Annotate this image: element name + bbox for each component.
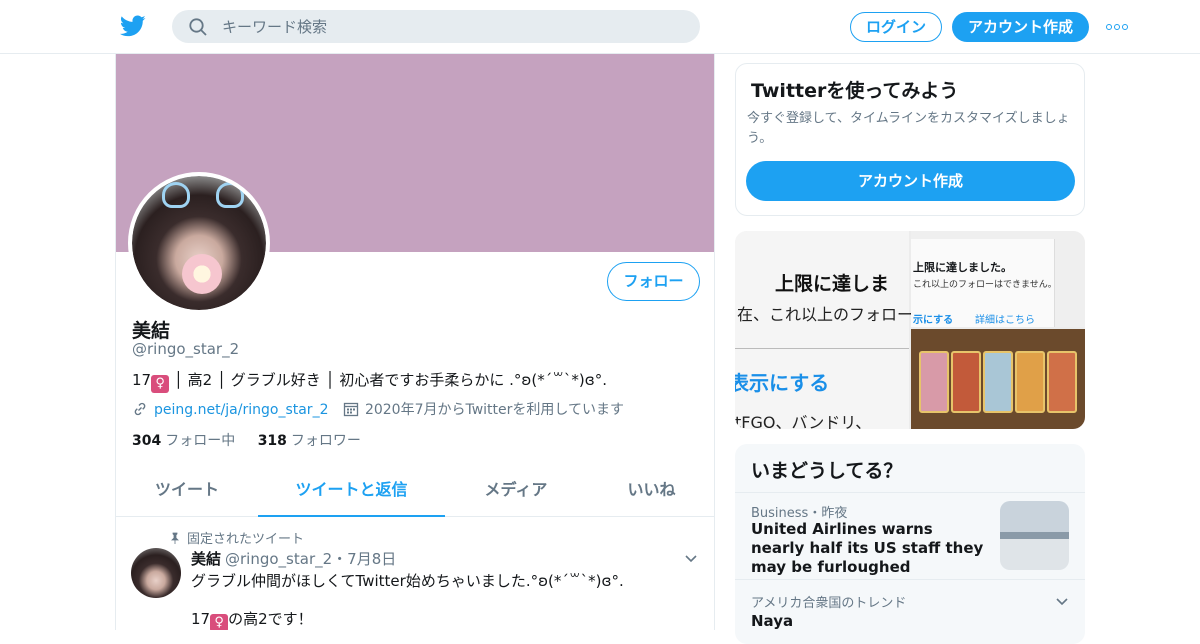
pinned-label: 固定されたツイート	[169, 528, 304, 547]
tweet-author-handle[interactable]: @ringo_star_2	[225, 550, 332, 568]
profile-meta: peing.net/ja/ringo_star_2 2020年7月からTwitt…	[132, 399, 624, 419]
following-count: 304	[132, 433, 162, 449]
cat-ear-icon	[216, 182, 244, 208]
signup-card: Twitterを使ってみよう 今すぐ登録して、タイムラインをカスタマイズしましょ…	[735, 63, 1085, 216]
media-text: 在、これ以上のフォロー	[737, 305, 914, 324]
media-text: 表示にする	[735, 371, 830, 395]
trend-category: アメリカ合衆国のトレンド	[751, 596, 907, 611]
media-thumbnail[interactable]: 上限に達しま 在、これ以上のフォロー 表示にする tFGO、バンドリ、	[735, 231, 913, 429]
trends-card: いまどうしてる？ Business・昨夜 United Airlines war…	[735, 444, 1085, 644]
tweet-avatar[interactable]	[131, 548, 181, 598]
signup-card-title: Twitterを使ってみよう	[751, 80, 959, 102]
trend-category: Business・昨夜	[751, 506, 848, 521]
tab-tweets-and-replies[interactable]: ツイートと返信	[258, 462, 445, 517]
more-dots-icon[interactable]	[1106, 18, 1132, 36]
search-bar	[172, 10, 700, 43]
tweet-author-name[interactable]: 美結	[191, 550, 221, 568]
venus-icon: ♀	[151, 375, 170, 393]
media-thumbnail[interactable]: 上限に達しました。 これ以上のフォローはできません。 示にする 詳細はこちら	[911, 231, 1085, 327]
joined-date: 2020年7月からTwitterを利用しています	[364, 402, 624, 418]
signup-button[interactable]: アカウント作成	[952, 12, 1089, 42]
profile-link[interactable]: peing.net/ja/ringo_star_2	[154, 402, 328, 418]
trend-thumbnail	[1000, 501, 1069, 570]
tab-likes[interactable]: いいね	[587, 462, 714, 517]
pinned-text: 固定されたツイート	[187, 532, 305, 547]
media-text: これ以上のフォローはできません。	[913, 280, 1057, 290]
following-label: フォロー中	[165, 433, 236, 449]
trend-name: Naya	[751, 612, 794, 630]
flower-sticker	[182, 254, 222, 294]
tweet-text: グラブル仲間がほしくてTwitter始めちゃいました.°ʚ(*´꒳`*)ɞ°.	[191, 572, 624, 590]
tweet-date[interactable]: ・7月8日	[332, 550, 396, 568]
signup-card-description: 今すぐ登録して、タイムラインをカスタマイズしましょう。	[747, 111, 1070, 146]
profile-column: フォロー 美結 @ringo_star_2 17 ♀ │ 高2 │ グラブル好き …	[115, 54, 715, 630]
trend-item[interactable]: アメリカ合衆国のトレンド Naya	[735, 579, 1085, 644]
calendar-icon	[343, 402, 359, 417]
search-icon	[189, 18, 207, 36]
avatar-photo	[132, 176, 266, 310]
media-text: 上限に達しま	[775, 273, 890, 295]
trend-headline: United Airlines warns nearly half its US…	[751, 520, 984, 576]
trend-item[interactable]: Business・昨夜 United Airlines warns nearly…	[735, 492, 1085, 578]
login-button[interactable]: ログイン	[850, 12, 942, 42]
profile-bio: 17 ♀ │ 高2 │ グラブル好き │ 初心者ですお手柔らかに .°ʚ(*´꒳`…	[132, 369, 607, 393]
game-character-card	[983, 351, 1013, 413]
profile-avatar[interactable]	[128, 172, 270, 314]
followers-stat[interactable]: 318 フォロワー	[258, 433, 361, 449]
twitter-bird-icon[interactable]	[120, 13, 146, 39]
dot	[1114, 24, 1120, 30]
chevron-down-icon[interactable]	[1055, 594, 1069, 608]
tab-tweets[interactable]: ツイート	[116, 462, 258, 517]
followers-count: 318	[257, 433, 287, 449]
pin-icon	[171, 532, 179, 544]
profile-name: 美結	[132, 320, 171, 342]
trends-title: いまどうしてる？	[751, 460, 903, 482]
signup-card-button[interactable]: アカウント作成	[746, 161, 1075, 201]
game-character-card	[1015, 351, 1045, 413]
search-input[interactable]	[222, 10, 682, 43]
media-thumbnail[interactable]	[911, 329, 1085, 429]
media-text: tFGO、バンドリ、	[735, 413, 872, 429]
venus-icon: ♀	[210, 614, 229, 630]
media-text: 上限に達しました。	[913, 261, 1012, 274]
game-character-card	[1047, 351, 1077, 413]
followers-label: フォロワー	[290, 433, 361, 449]
tweet-grade: の高2です！	[228, 610, 313, 628]
media-preview-grid: 上限に達しま 在、これ以上のフォロー 表示にする tFGO、バンドリ、 上限に達…	[735, 231, 1085, 429]
limit-dialog-screenshot: 上限に達しました。 これ以上のフォローはできません。 示にする 詳細はこちら	[911, 239, 1057, 327]
tweet-header: 美結 @ringo_star_2・7月8日	[191, 548, 396, 569]
dot	[1106, 24, 1112, 30]
link-icon	[134, 402, 146, 416]
tweet-age: 17	[191, 610, 211, 628]
bio-text: │ 高2 │ グラブル好き │ 初心者ですお手柔らかに .°ʚ(*´꒳`*)ɞ°…	[173, 371, 608, 389]
cat-ear-icon	[162, 182, 190, 208]
game-character-card	[951, 351, 981, 413]
top-navigation-bar: ログイン アカウント作成	[0, 0, 1200, 54]
tweet-text-line-2: 17 ♀ の高2です！	[191, 608, 313, 630]
profile-tabs: ツイート ツイートと返信 メディア いいね	[116, 462, 714, 517]
profile-stats: 304 フォロー中 318 フォロワー	[132, 430, 361, 450]
bio-age: 17	[132, 371, 152, 389]
tab-media[interactable]: メディア	[445, 462, 587, 517]
media-text: 示にする	[913, 315, 954, 326]
media-text: 詳細はこちら	[975, 315, 1035, 326]
follow-button[interactable]: フォロー	[607, 262, 700, 301]
profile-handle[interactable]: @ringo_star_2	[132, 340, 239, 358]
divider	[735, 348, 909, 349]
following-stat[interactable]: 304 フォロー中	[132, 433, 235, 449]
game-character-card	[919, 351, 949, 413]
chevron-down-icon[interactable]	[684, 551, 698, 565]
dot	[1122, 24, 1128, 30]
